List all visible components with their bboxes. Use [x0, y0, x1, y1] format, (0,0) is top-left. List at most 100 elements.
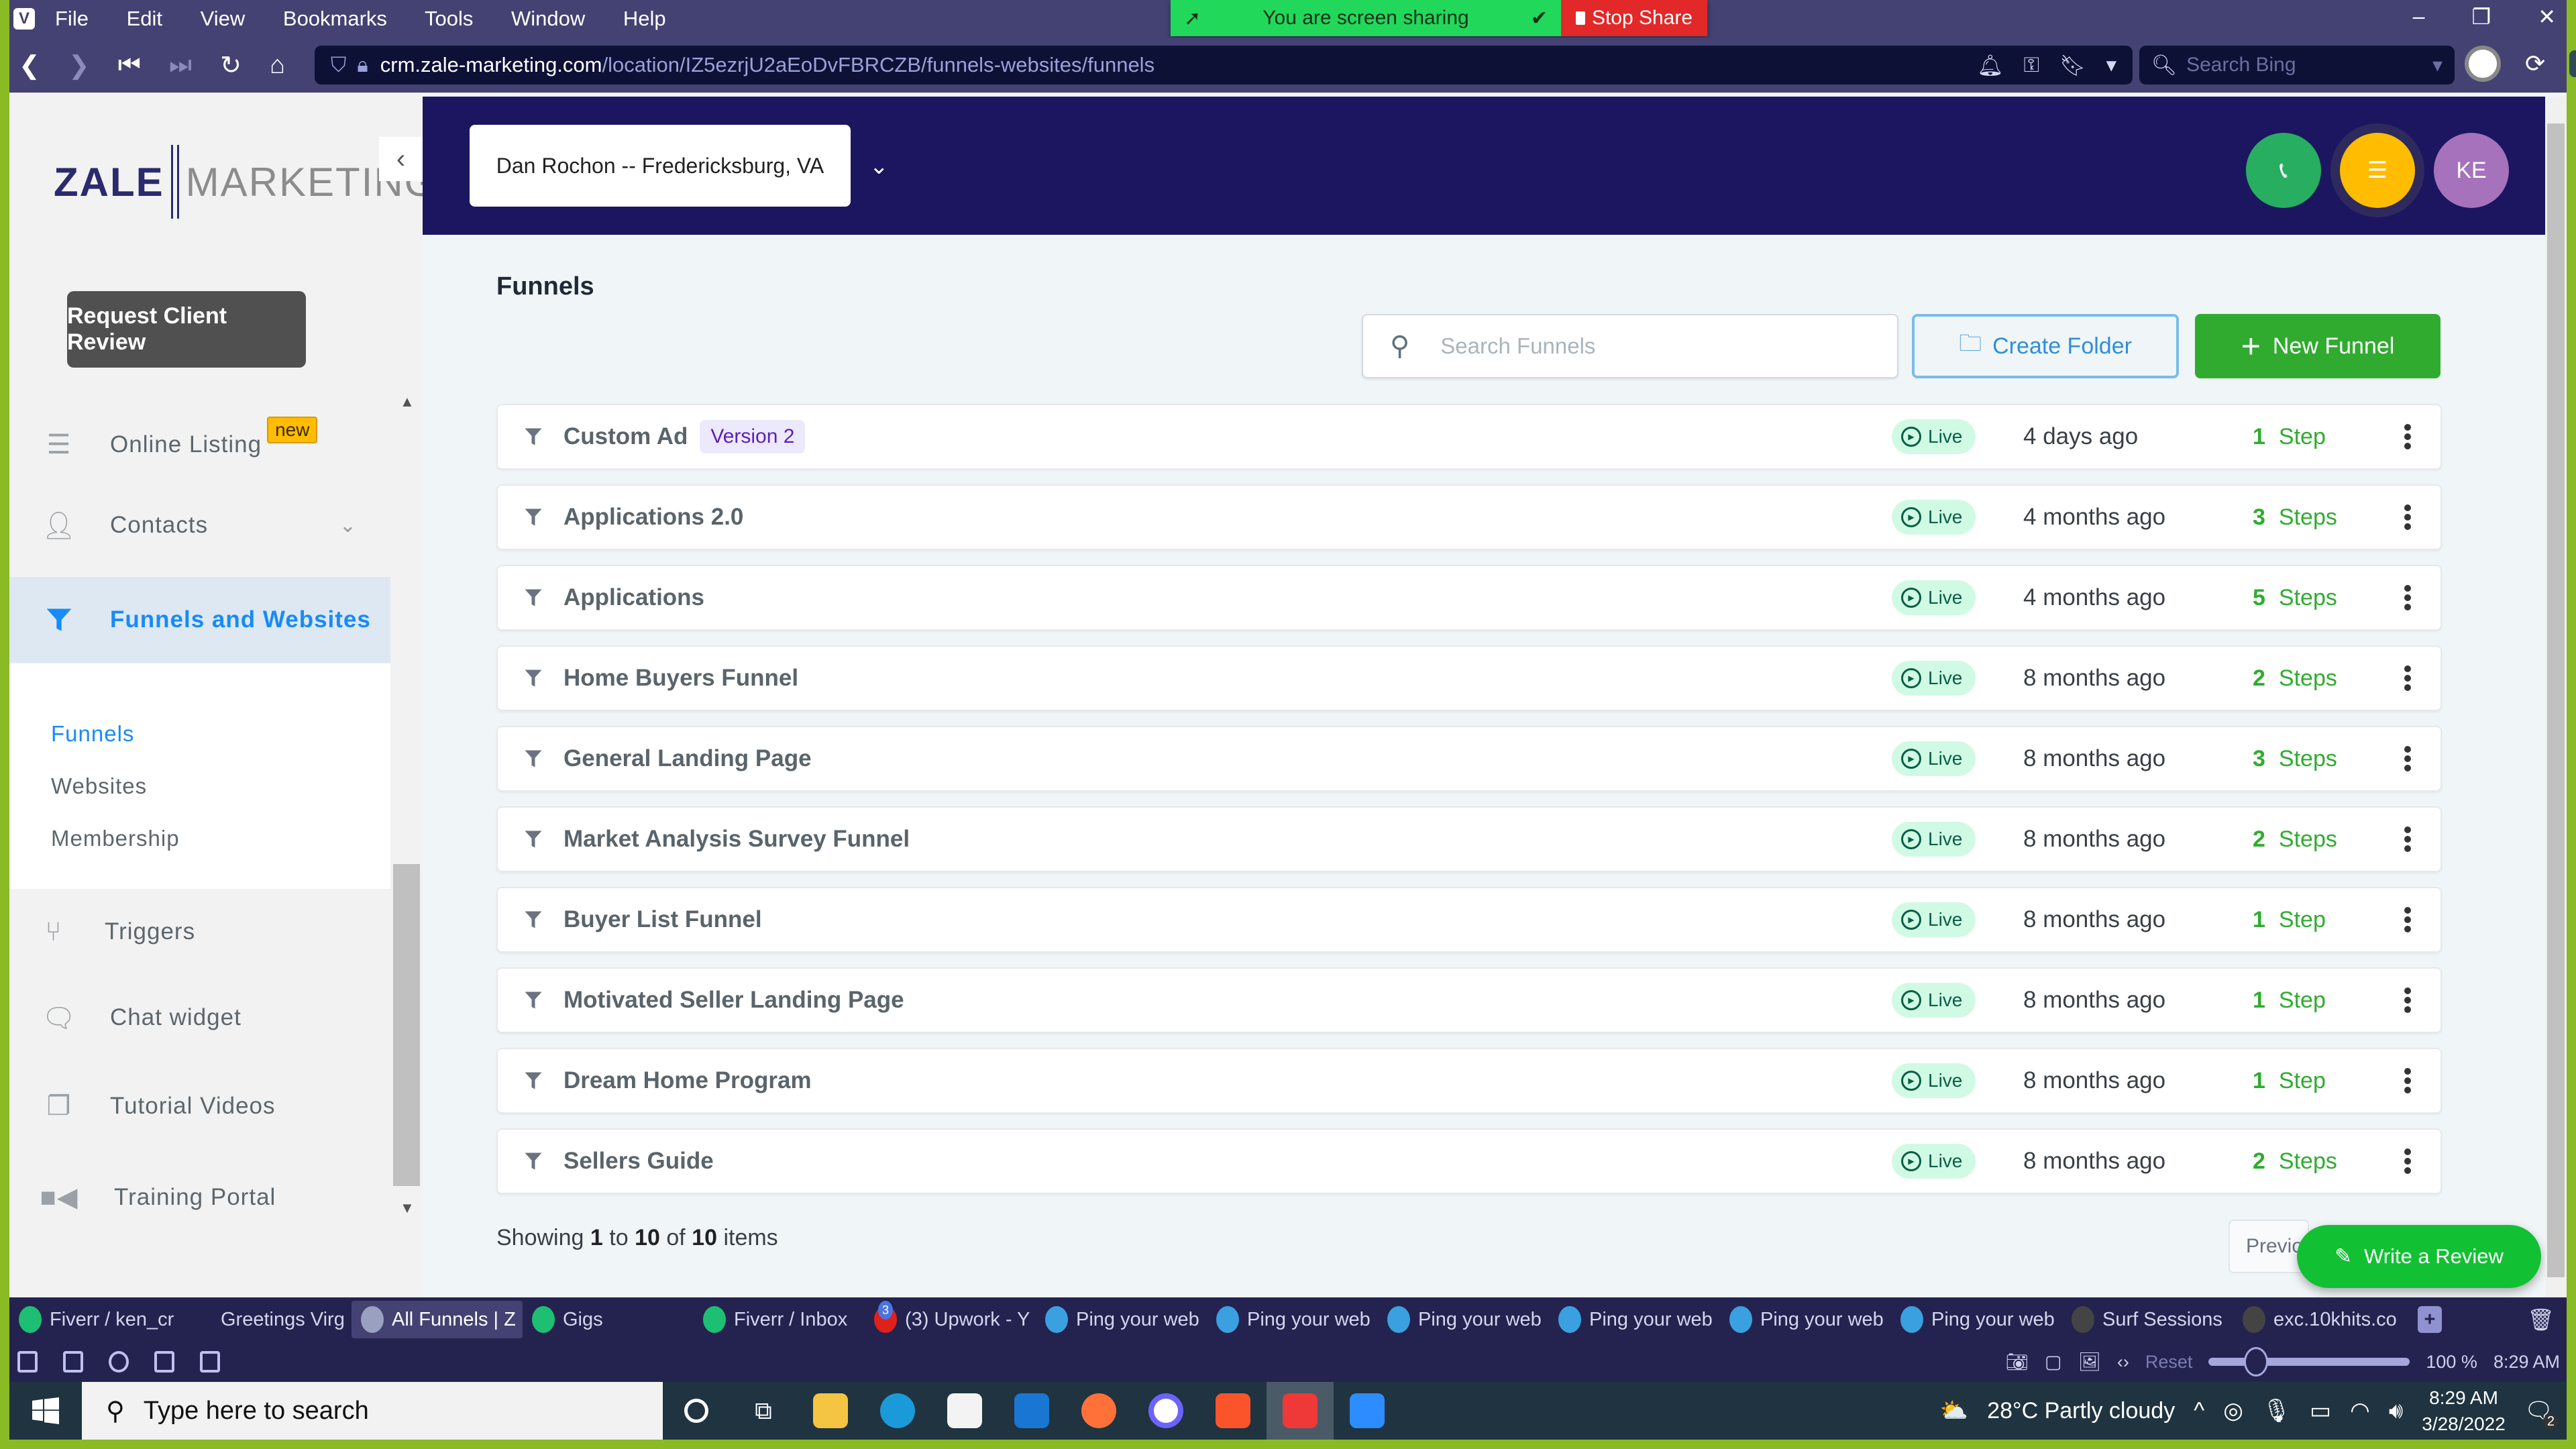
browser-tab[interactable]: 3 (3) Upwork - Y	[865, 1301, 1036, 1338]
browser-tab[interactable]: Ping your web	[1378, 1301, 1549, 1338]
browser-tab[interactable]: Greetings Virg	[180, 1301, 352, 1338]
browser-tab[interactable]: Surf Sessions	[2062, 1301, 2233, 1338]
store-button[interactable]	[931, 1382, 998, 1440]
code-icon[interactable]: ‹›	[2117, 1352, 2129, 1373]
menu-file[interactable]: File	[55, 7, 89, 30]
volume-icon[interactable]: 🔊︎	[2389, 1398, 2403, 1424]
camera-icon[interactable]: 📷︎	[2006, 1351, 2029, 1373]
browser-tab[interactable]: Fiverr / Inbox	[694, 1301, 865, 1338]
browser-tab[interactable]: Fiverr / ken_cr	[9, 1301, 180, 1338]
cloud-icon[interactable]	[109, 1351, 129, 1373]
more-options-icon[interactable]	[2404, 907, 2411, 932]
home-icon[interactable]: ⌂	[270, 51, 285, 80]
funnel-row[interactable]: General Landing Page ▶ Live 8 months ago 3 St…	[496, 726, 2442, 792]
user-avatar[interactable]: KE	[2434, 133, 2509, 208]
profile-icon[interactable]	[2465, 46, 2501, 82]
fast-forward-icon[interactable]: ⏭	[169, 51, 192, 80]
browser-tab[interactable]: exc.10khits.co	[2233, 1301, 2404, 1338]
zoom-slider-handle[interactable]	[2244, 1347, 2269, 1377]
tasks-button[interactable]: ☰	[2340, 133, 2415, 208]
chevron-down-icon[interactable]: ▾	[2106, 53, 2116, 78]
menu-bookmarks[interactable]: Bookmarks	[283, 7, 387, 30]
funnel-row[interactable]: Market Analysis Survey Funnel ▶ Live 8 mont…	[496, 806, 2442, 872]
sidebar-item-tutorial-videos[interactable]: ❐ Tutorial Videos	[9, 1069, 390, 1143]
image-icon[interactable]: 🖼︎	[2078, 1351, 2101, 1373]
funnel-row[interactable]: Buyer List Funnel ▶ Live 8 months ago 1 Step	[496, 887, 2442, 953]
vivaldi-button[interactable]	[1267, 1382, 1334, 1440]
taskbar-clock[interactable]: 8:29 AM 3/28/2022	[2422, 1385, 2506, 1437]
request-client-review-button[interactable]: Request Client Review	[67, 291, 306, 368]
sidebar-item-triggers[interactable]: ⑂ Triggers	[4, 895, 385, 969]
chevron-down-icon[interactable]: ▾	[2432, 54, 2443, 77]
tray-overflow-icon[interactable]: ^	[2194, 1398, 2204, 1424]
funnel-name[interactable]: Dream Home Program	[564, 1067, 812, 1094]
browser-tab[interactable]: Ping your web	[1549, 1301, 1720, 1338]
scroll-up-icon[interactable]: ▲	[400, 393, 415, 411]
brave-button[interactable]	[1199, 1382, 1267, 1440]
zoom-slider[interactable]	[2208, 1347, 2410, 1377]
collapse-sidebar-button[interactable]: ‹	[379, 137, 423, 181]
close-icon[interactable]: ✕	[2538, 4, 2556, 30]
sidebar-item-training-portal[interactable]: ■◀ Training Portal	[9, 1161, 390, 1234]
funnel-name[interactable]: Sellers Guide	[564, 1148, 714, 1175]
browser-tab[interactable]: Ping your web	[1720, 1301, 1891, 1338]
battery-icon[interactable]: ▭	[2310, 1397, 2331, 1424]
vivaldi-logo-icon[interactable]: V	[13, 8, 35, 30]
new-funnel-button[interactable]: + New Funnel	[2195, 314, 2440, 378]
extension-f-icon[interactable]	[2569, 50, 2576, 77]
funnel-name[interactable]: Applications	[564, 584, 704, 611]
menu-help[interactable]: Help	[623, 7, 666, 30]
panel-toggle-icon[interactable]	[17, 1351, 38, 1373]
firefox-button[interactable]	[1065, 1382, 1132, 1440]
sidebar-item-chat-widget[interactable]: 🗨︎ Chat widget	[9, 981, 390, 1055]
key-icon[interactable]: ⚿	[2023, 53, 2039, 78]
address-bar[interactable]: ⛉ 🔒︎ crm.zale-marketing.com /location/IZ…	[315, 46, 2133, 85]
chevron-down-icon[interactable]: ⌄	[869, 153, 889, 180]
funnel-name[interactable]: Motivated Seller Landing Page	[564, 987, 904, 1014]
funnel-row[interactable]: Custom Ad Version 2 ▶ Live 4 days ago 1 Step	[496, 404, 2442, 470]
more-options-icon[interactable]	[2404, 987, 2411, 1013]
funnel-name[interactable]: Custom Ad	[564, 423, 688, 450]
rewind-icon[interactable]: ⏮	[118, 51, 141, 80]
bookmark-icon[interactable]: 🔖︎	[2059, 53, 2086, 78]
back-icon[interactable]: ❮	[19, 50, 40, 80]
app-settings-button[interactable]	[1132, 1382, 1199, 1440]
task-view-button[interactable]: ⧉	[730, 1382, 797, 1440]
zoom-button[interactable]	[1334, 1382, 1401, 1440]
more-options-icon[interactable]	[2404, 585, 2411, 610]
submenu-membership[interactable]: Membership	[51, 826, 180, 851]
weather-text[interactable]: 28°C Partly cloudy	[1987, 1398, 2175, 1424]
trash-icon[interactable]: 🗑︎	[2527, 1307, 2555, 1332]
more-options-icon[interactable]	[2404, 665, 2411, 691]
mail-icon[interactable]	[154, 1351, 174, 1373]
menu-view[interactable]: View	[201, 7, 246, 30]
restore-icon[interactable]: ❐	[2472, 4, 2491, 30]
menu-window[interactable]: Window	[511, 7, 585, 30]
menu-tools[interactable]: Tools	[425, 7, 473, 30]
sidebar-item-funnels-and-websites[interactable]: Funnels and Websites	[9, 577, 390, 663]
microphone-icon[interactable]: 🎙︎	[2262, 1397, 2291, 1424]
funnel-row[interactable]: Home Buyers Funnel ▶ Live 8 months ago 2 Step…	[496, 645, 2442, 711]
wifi-icon[interactable]: ◠	[2350, 1397, 2370, 1424]
reload-icon[interactable]: ↻	[220, 50, 241, 80]
browser-tab[interactable]: Gigs	[523, 1301, 694, 1338]
sync-icon[interactable]: ⟳	[2525, 50, 2545, 78]
previous-page-button[interactable]: Previous	[2229, 1220, 2309, 1273]
browser-tab[interactable]: Ping your web	[1207, 1301, 1378, 1338]
cortana-button[interactable]	[663, 1382, 730, 1440]
zoom-reset-button[interactable]: Reset	[2145, 1352, 2193, 1373]
write-review-button[interactable]: ✎ Write a Review	[2297, 1225, 2541, 1288]
webcam-icon[interactable]: ◎	[2223, 1397, 2243, 1424]
sidebar-item-contacts[interactable]: 👤︎ Contacts ⌄	[9, 488, 390, 562]
calendar-icon[interactable]	[200, 1351, 220, 1373]
shield-icon[interactable]: ⛉	[331, 53, 346, 78]
funnel-row[interactable]: Dream Home Program ▶ Live 8 months ago 1 Step	[496, 1048, 2442, 1114]
more-options-icon[interactable]	[2404, 1068, 2411, 1093]
file-explorer-button[interactable]	[797, 1382, 864, 1440]
sidebar-scroll-thumb[interactable]	[393, 864, 420, 1186]
notifications-icon[interactable]: 🗨︎ 2	[2524, 1397, 2559, 1430]
more-options-icon[interactable]	[2404, 826, 2411, 852]
main-scrollbar[interactable]	[2545, 97, 2567, 1297]
submenu-websites[interactable]: Websites	[51, 773, 147, 799]
more-options-icon[interactable]	[2404, 746, 2411, 771]
